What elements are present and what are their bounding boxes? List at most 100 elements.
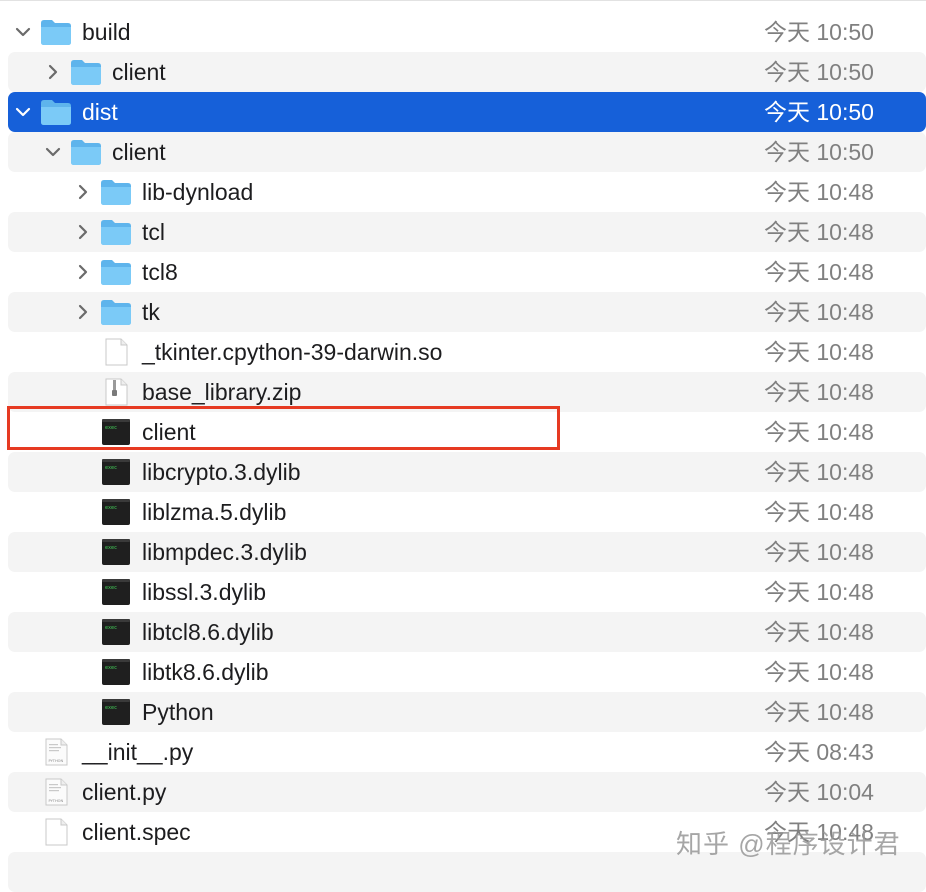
folder-icon: [100, 178, 132, 206]
date-modified: 今天 10:04: [764, 779, 874, 805]
date-modified: 今天 10:48: [764, 219, 874, 245]
file-name: tcl8: [142, 259, 178, 285]
file-name: base_library.zip: [142, 379, 302, 405]
date-modified: 今天 10:50: [764, 19, 874, 45]
disclosure-collapsed-icon[interactable]: [74, 183, 92, 201]
file-row[interactable]: exec libmpdec.3.dylib 今天 10:48: [8, 532, 926, 572]
svg-text:exec: exec: [105, 425, 117, 431]
file-name: libssl.3.dylib: [142, 579, 266, 605]
file-row[interactable]: build 今天 10:50: [8, 12, 926, 52]
top-divider: [0, 0, 926, 1]
date-modified: 今天 10:48: [764, 459, 874, 485]
watermark: 知乎 @程序设计君: [676, 829, 901, 859]
executable-icon: exec: [100, 418, 132, 446]
file-row[interactable]: exec liblzma.5.dylib 今天 10:48: [8, 492, 926, 532]
svg-text:exec: exec: [105, 625, 117, 631]
file-row[interactable]: base_library.zip 今天 10:48: [8, 372, 926, 412]
file-row[interactable]: exec libssl.3.dylib 今天 10:48: [8, 572, 926, 612]
file-row[interactable]: PYTHON __init__.py 今天 08:43: [8, 732, 926, 772]
file-row-selected[interactable]: dist 今天 10:50: [8, 92, 926, 132]
file-row[interactable]: tk 今天 10:48: [8, 292, 926, 332]
date-modified: 今天 10:48: [764, 539, 874, 565]
executable-icon: exec: [100, 618, 132, 646]
file-name: client: [112, 139, 166, 165]
disclosure-expanded-icon[interactable]: [14, 23, 32, 41]
file-row[interactable]: client 今天 10:50: [8, 132, 926, 172]
file-row[interactable]: tcl 今天 10:48: [8, 212, 926, 252]
folder-icon: [70, 58, 102, 86]
svg-text:PYTHON: PYTHON: [49, 759, 64, 763]
svg-text:exec: exec: [105, 585, 117, 591]
file-row-highlighted[interactable]: exec client 今天 10:48: [8, 412, 926, 452]
file-name: client.spec: [82, 819, 191, 845]
date-modified: 今天 10:48: [764, 619, 874, 645]
zip-file-icon: [100, 378, 132, 406]
folder-icon: [40, 98, 72, 126]
date-modified: 今天 10:48: [764, 699, 874, 725]
executable-icon: exec: [100, 538, 132, 566]
python-file-icon: PYTHON: [40, 778, 72, 806]
file-row[interactable]: _tkinter.cpython-39-darwin.so 今天 10:48: [8, 332, 926, 372]
executable-icon: exec: [100, 578, 132, 606]
file-row[interactable]: exec libcrypto.3.dylib 今天 10:48: [8, 452, 926, 492]
file-name: Python: [142, 699, 214, 725]
date-modified: 今天 10:50: [764, 99, 874, 125]
file-name: build: [82, 19, 131, 45]
file-list: build 今天 10:50 client 今天 10:50 dist 今天 10:50 c…: [0, 0, 926, 892]
disclosure-expanded-icon[interactable]: [44, 143, 62, 161]
date-modified: 今天 10:48: [764, 499, 874, 525]
disclosure-expanded-icon[interactable]: [14, 103, 32, 121]
svg-text:exec: exec: [105, 505, 117, 511]
executable-icon: exec: [100, 458, 132, 486]
file-name: libmpdec.3.dylib: [142, 539, 307, 565]
file-row[interactable]: PYTHON client.py 今天 10:04: [8, 772, 926, 812]
executable-icon: exec: [100, 658, 132, 686]
date-modified: 今天 10:48: [764, 579, 874, 605]
file-name: tk: [142, 299, 160, 325]
folder-icon: [40, 18, 72, 46]
file-name: client: [112, 59, 166, 85]
file-name: libtk8.6.dylib: [142, 659, 269, 685]
svg-text:exec: exec: [105, 465, 117, 471]
svg-text:exec: exec: [105, 665, 117, 671]
file-row[interactable]: client 今天 10:50: [8, 52, 926, 92]
date-modified: 今天 10:48: [764, 179, 874, 205]
file-name: liblzma.5.dylib: [142, 499, 287, 525]
file-row[interactable]: exec Python 今天 10:48: [8, 692, 926, 732]
disclosure-collapsed-icon[interactable]: [44, 63, 62, 81]
folder-icon: [100, 258, 132, 286]
date-modified: 今天 08:43: [764, 739, 874, 765]
executable-icon: exec: [100, 698, 132, 726]
folder-icon: [100, 298, 132, 326]
file-row[interactable]: exec libtcl8.6.dylib 今天 10:48: [8, 612, 926, 652]
date-modified: 今天 10:50: [764, 59, 874, 85]
svg-text:exec: exec: [105, 545, 117, 551]
disclosure-collapsed-icon[interactable]: [74, 223, 92, 241]
document-icon: [100, 338, 132, 366]
file-name: client.py: [82, 779, 167, 805]
disclosure-collapsed-icon[interactable]: [74, 263, 92, 281]
document-icon: [40, 818, 72, 846]
file-name: tcl: [142, 219, 165, 245]
file-name: client: [142, 419, 196, 445]
date-modified: 今天 10:48: [764, 659, 874, 685]
file-row[interactable]: tcl8 今天 10:48: [8, 252, 926, 292]
date-modified: 今天 10:50: [764, 139, 874, 165]
file-row[interactable]: lib-dynload 今天 10:48: [8, 172, 926, 212]
folder-icon: [70, 138, 102, 166]
date-modified: 今天 10:48: [764, 339, 874, 365]
date-modified: 今天 10:48: [764, 299, 874, 325]
file-name: dist: [82, 99, 118, 125]
svg-text:exec: exec: [105, 705, 117, 711]
file-name: lib-dynload: [142, 179, 254, 205]
date-modified: 今天 10:48: [764, 419, 874, 445]
file-name: __init__.py: [82, 739, 194, 765]
disclosure-collapsed-icon[interactable]: [74, 303, 92, 321]
svg-text:PYTHON: PYTHON: [49, 799, 64, 803]
file-name: libcrypto.3.dylib: [142, 459, 301, 485]
file-name: _tkinter.cpython-39-darwin.so: [142, 339, 443, 365]
executable-icon: exec: [100, 498, 132, 526]
python-file-icon: PYTHON: [40, 738, 72, 766]
date-modified: 今天 10:48: [764, 379, 874, 405]
file-row[interactable]: exec libtk8.6.dylib 今天 10:48: [8, 652, 926, 692]
